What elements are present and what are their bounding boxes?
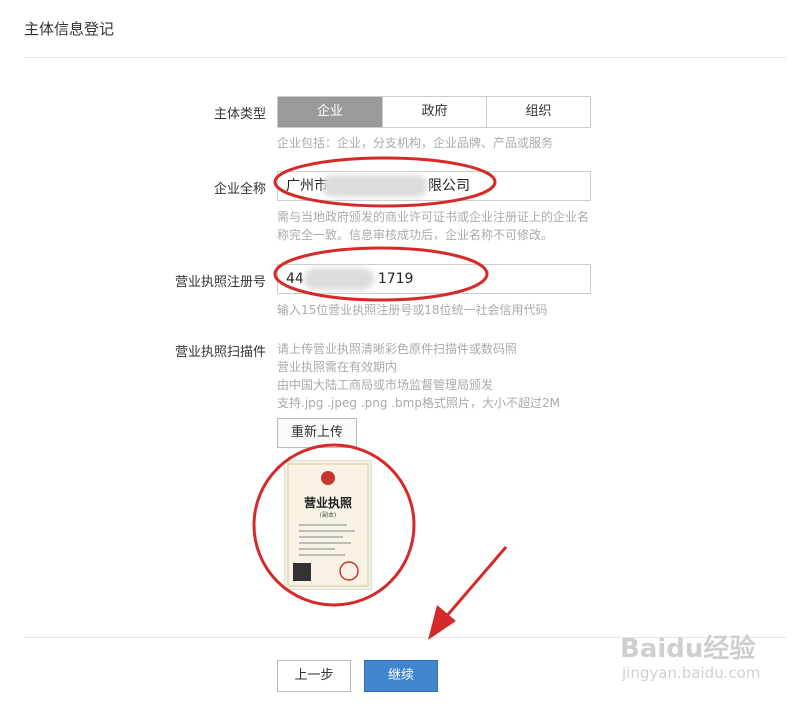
annotation-arrow-line	[443, 546, 508, 619]
baidu-watermark-url: jingyan.baidu.com	[622, 664, 761, 682]
annotation-ellipse-license-number	[273, 246, 489, 302]
annotation-ellipse-company-name	[273, 156, 497, 208]
annotation-ellipse-thumbnail	[252, 443, 416, 607]
baidu-watermark: Baidu经验	[620, 634, 756, 664]
annotation-layer	[252, 156, 508, 640]
